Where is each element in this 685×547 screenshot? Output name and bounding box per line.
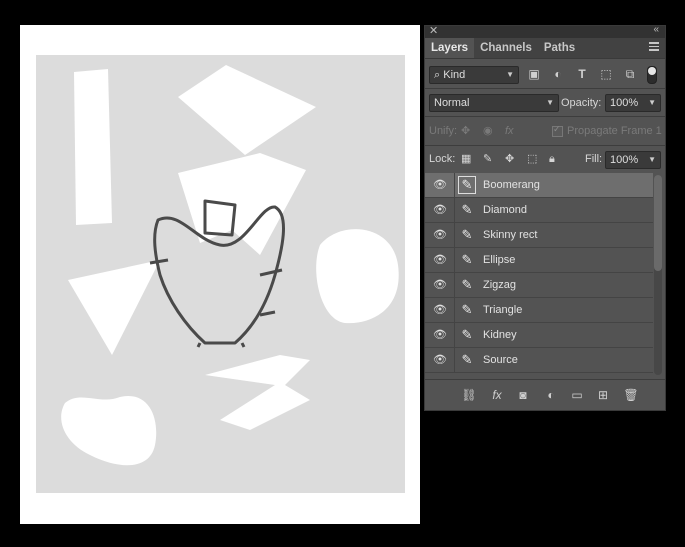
lock-artboard-icon[interactable]: ⬚ <box>527 150 537 168</box>
visibility-eye-icon[interactable]: 👁︎ <box>433 254 447 266</box>
mask-icon[interactable]: ◙ <box>515 387 531 403</box>
filter-toggle[interactable] <box>647 66 657 84</box>
layer-row[interactable]: 👁︎ ✎ Skinny rect <box>425 223 653 248</box>
visibility-eye-icon[interactable]: 👁︎ <box>433 179 447 191</box>
brush-thumbnail-icon: ✎ <box>461 302 473 317</box>
visibility-eye-icon[interactable]: 👁︎ <box>433 204 447 216</box>
layer-row[interactable]: 👁︎ ✎ Ellipse <box>425 248 653 273</box>
fill-label: Fill: <box>585 153 603 165</box>
chevron-down-icon[interactable]: ▼ <box>648 95 656 111</box>
trash-icon[interactable]: 🗑︎ <box>623 387 639 403</box>
lock-label: Lock: <box>429 153 456 165</box>
layer-name: Zigzag <box>483 279 517 291</box>
layer-name: Source <box>483 354 518 366</box>
adjustment-filter-icon[interactable]: ◐ <box>551 67 565 81</box>
layer-name: Ellipse <box>483 254 516 266</box>
layers-list: 👁︎ ✎ Boomerang 👁︎ ✎ Diamond 👁︎ ✎ Skinny … <box>425 173 653 378</box>
canvas-artwork <box>36 55 405 493</box>
fx-icon[interactable]: fx <box>489 387 505 403</box>
unify-position-icon[interactable]: ✥ <box>461 122 470 140</box>
blend-row: Normal ▼ Opacity: 100% ▼ <box>425 92 665 114</box>
layer-name: Diamond <box>483 204 528 216</box>
filter-kind-label: Kind <box>443 69 466 81</box>
layer-row[interactable]: 👁︎ ✎ Diamond <box>425 198 653 223</box>
search-icon: ⌕ <box>434 69 441 81</box>
opacity-field[interactable]: 100% ▼ <box>605 94 661 112</box>
lock-transparency-icon[interactable]: ▦ <box>461 150 471 168</box>
unify-label: Unify: <box>429 125 458 137</box>
panel-tabs: Layers Channels Paths <box>425 38 665 59</box>
layer-row[interactable]: 👁︎ ✎ Kidney <box>425 323 653 348</box>
tab-paths[interactable]: Paths <box>538 38 581 58</box>
brush-thumbnail-icon: ✎ <box>461 352 473 367</box>
layer-row[interactable]: 👁︎ ✎ Source <box>425 348 653 373</box>
opacity-value: 100% <box>610 97 639 109</box>
unify-row: Unify: ✥ ◉ fx Propagate Frame 1 <box>425 121 665 143</box>
layer-name: Skinny rect <box>483 229 538 241</box>
canvas-document[interactable] <box>20 25 420 524</box>
type-filter-icon[interactable]: T <box>575 67 589 81</box>
layer-row[interactable]: 👁︎ ✎ Triangle <box>425 298 653 323</box>
propagate-label: Propagate Frame 1 <box>567 125 662 137</box>
collapse-icon[interactable]: « <box>653 24 659 35</box>
chevron-down-icon: ▼ <box>506 70 514 79</box>
chevron-down-icon: ▼ <box>546 98 554 107</box>
unify-style-icon[interactable]: fx <box>505 122 514 140</box>
layer-name: Triangle <box>483 304 523 316</box>
pixel-filter-icon[interactable]: ▣ <box>527 67 541 81</box>
fill-value: 100% <box>610 154 639 166</box>
panel-bottom-toolbar: ⛓︎ fx ◙ ◐ ▭ ⊞ 🗑︎ <box>425 379 665 410</box>
new-layer-icon[interactable]: ⊞ <box>595 387 611 403</box>
layers-panel: ✕ « Layers Channels Paths ⌕ Kind ▼ ▣ ◐ T… <box>424 24 666 411</box>
unify-visibility-icon[interactable]: ◉ <box>483 122 493 140</box>
visibility-eye-icon[interactable]: 👁︎ <box>433 354 447 366</box>
link-icon[interactable]: ⛓︎ <box>461 387 477 403</box>
brush-thumbnail-icon: ✎ <box>461 327 473 342</box>
blend-mode-value: Normal <box>434 97 470 109</box>
lock-row: Lock: ▦ ✎ ✥ ⬚ 🔒︎ Fill: 100% ▼ <box>425 149 665 171</box>
layer-name: Kidney <box>483 329 517 341</box>
smart-object-filter-icon[interactable]: ⧉ <box>623 67 637 81</box>
fill-field[interactable]: 100% ▼ <box>605 151 661 169</box>
layer-row[interactable]: 👁︎ ✎ Boomerang <box>425 173 653 198</box>
brush-thumbnail-icon: ✎ <box>461 277 473 292</box>
chevron-down-icon[interactable]: ▼ <box>648 152 656 168</box>
propagate-checkbox[interactable] <box>552 124 563 137</box>
opacity-label: Opacity: <box>561 97 602 109</box>
panel-title-bar: ✕ « <box>425 24 665 38</box>
tab-layers[interactable]: Layers <box>425 38 475 58</box>
scrollbar-thumb[interactable] <box>654 175 662 271</box>
visibility-eye-icon[interactable]: 👁︎ <box>433 304 447 316</box>
lock-move-icon[interactable]: ✥ <box>505 150 514 168</box>
tab-channels[interactable]: Channels <box>474 38 538 58</box>
visibility-eye-icon[interactable]: 👁︎ <box>433 279 447 291</box>
layer-name: Boomerang <box>483 179 540 191</box>
panel-menu-icon[interactable] <box>649 42 659 53</box>
lock-brush-icon[interactable]: ✎ <box>483 150 492 168</box>
layers-scrollbar[interactable] <box>654 175 662 375</box>
brush-thumbnail-icon: ✎ <box>461 252 473 267</box>
brush-thumbnail-icon: ✎ <box>458 176 476 194</box>
visibility-eye-icon[interactable]: 👁︎ <box>433 329 447 341</box>
visibility-eye-icon[interactable]: 👁︎ <box>433 229 447 241</box>
close-icon[interactable]: ✕ <box>429 24 438 37</box>
lock-all-icon[interactable]: 🔒︎ <box>549 150 555 168</box>
layer-row[interactable]: 👁︎ ✎ Zigzag <box>425 273 653 298</box>
folder-icon[interactable]: ▭ <box>569 387 585 403</box>
adjustment-icon[interactable]: ◐ <box>543 387 559 403</box>
skinny-rect-shape <box>74 69 112 225</box>
brush-thumbnail-icon: ✎ <box>461 227 473 242</box>
filter-row: ⌕ Kind ▼ ▣ ◐ T ⬚ ⧉ <box>425 64 665 86</box>
filter-kind-select[interactable]: ⌕ Kind ▼ <box>429 66 519 84</box>
blend-mode-select[interactable]: Normal ▼ <box>429 94 559 112</box>
brush-thumbnail-icon: ✎ <box>461 202 473 217</box>
shape-filter-icon[interactable]: ⬚ <box>599 67 613 81</box>
